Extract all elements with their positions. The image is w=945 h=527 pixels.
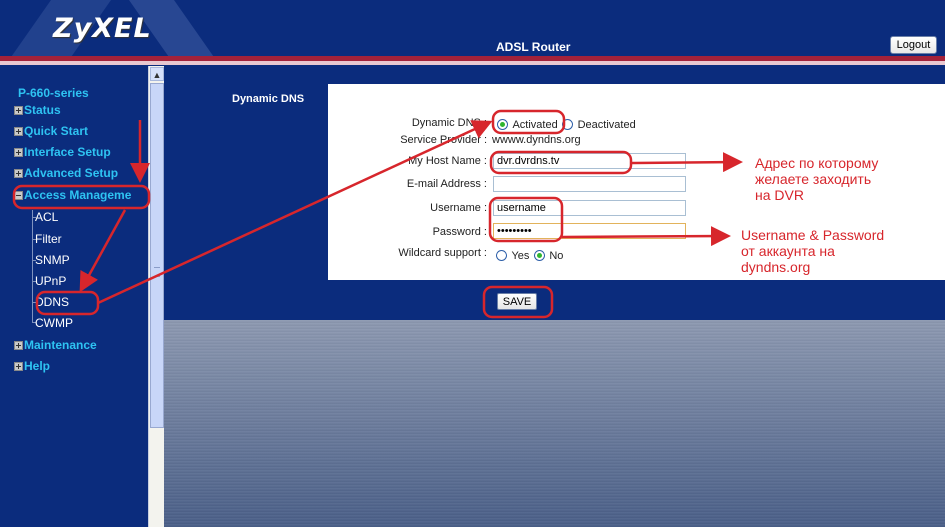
annotation-line: желаете заходить xyxy=(755,171,872,187)
password-label: Password : xyxy=(432,226,487,238)
wildcard-radio-group: Yes No xyxy=(496,247,563,265)
sidebar-subitem-cwmp[interactable]: CWMP xyxy=(35,316,73,330)
expand-icon xyxy=(14,105,23,115)
wildcard-no-radio[interactable] xyxy=(533,250,545,262)
activated-radio[interactable] xyxy=(497,119,508,131)
collapse-icon xyxy=(14,190,23,200)
dynamic-dns-radio-group: Activated Deactivated xyxy=(497,116,636,134)
deactivated-label: Deactivated xyxy=(577,118,636,131)
sidebar-item-status[interactable]: Status xyxy=(14,103,61,117)
tree-line xyxy=(32,210,33,322)
email-label: E-mail Address : xyxy=(406,178,487,190)
annotation-line: dyndns.org xyxy=(741,259,811,275)
sidebar-item-label: Status xyxy=(24,103,61,117)
footer-background xyxy=(164,320,945,527)
wildcard-no-label: No xyxy=(549,249,564,262)
annotation-line: от аккаунта на xyxy=(741,243,835,259)
scrollbar-thumb[interactable] xyxy=(150,83,164,428)
annotation-line: на DVR xyxy=(755,187,804,203)
save-button[interactable]: SAVE xyxy=(497,293,537,310)
sidebar-item-label: Maintenance xyxy=(24,338,97,352)
wildcard-yes-label: Yes xyxy=(511,249,530,262)
expand-icon xyxy=(14,340,23,350)
logout-button[interactable]: Logout xyxy=(890,36,937,54)
section-label: Dynamic DNS xyxy=(232,93,305,105)
header-divider xyxy=(0,61,945,65)
service-provider-value: wwww.dyndns.org xyxy=(492,134,581,146)
sidebar-item-label: Access Manageme xyxy=(24,188,132,202)
sidebar-subitem-upnp[interactable]: UPnP xyxy=(35,274,66,288)
username-label: Username : xyxy=(430,202,487,214)
sidebar-item-label: Quick Start xyxy=(24,124,89,138)
sidebar-subitem-acl[interactable]: ACL xyxy=(35,210,58,224)
sidebar-root[interactable]: P-660-series xyxy=(18,86,89,100)
dynamic-dns-label: Dynamic DNS : xyxy=(411,117,487,129)
deactivated-radio[interactable] xyxy=(562,119,574,131)
activated-label: Activated xyxy=(512,118,558,131)
email-input[interactable] xyxy=(493,176,686,192)
sidebar-item-label: Interface Setup xyxy=(24,145,111,159)
sidebar-item-access-management[interactable]: Access Manageme xyxy=(14,188,131,202)
zyxel-logo: ZyXEL xyxy=(53,13,152,44)
service-provider-label: Service Provider : xyxy=(400,134,487,146)
sidebar-subitem-ddns[interactable]: DDNS xyxy=(35,295,69,309)
sidebar-subitem-filter[interactable]: Filter xyxy=(35,232,62,246)
credentials-annotation: Username & Password от аккаунта на dyndn… xyxy=(741,227,884,275)
host-annotation: Адрес по которому желаете заходить на DV… xyxy=(755,155,878,203)
sidebar-item-advanced-setup[interactable]: Advanced Setup xyxy=(14,166,118,180)
wildcard-yes-radio[interactable] xyxy=(496,250,507,262)
expand-icon xyxy=(14,361,23,371)
password-input[interactable] xyxy=(493,223,686,239)
header: ZyXEL ADSL Router Logout xyxy=(0,0,945,58)
scroll-up-arrow-icon[interactable]: ▲ xyxy=(150,67,164,81)
expand-icon xyxy=(14,147,23,157)
username-input[interactable] xyxy=(493,200,686,216)
grip-icon xyxy=(154,267,160,277)
sidebar-scrollbar[interactable]: ▲ xyxy=(148,66,165,527)
sidebar-subitem-snmp[interactable]: SNMP xyxy=(35,253,70,267)
expand-icon xyxy=(14,126,23,136)
wildcard-label: Wildcard support : xyxy=(398,247,487,259)
host-name-input[interactable] xyxy=(493,153,686,169)
sidebar-item-maintenance[interactable]: Maintenance xyxy=(14,338,97,352)
annotation-line: Адрес по которому xyxy=(755,155,879,171)
sidebar-item-help[interactable]: Help xyxy=(14,359,50,373)
host-name-label: My Host Name : xyxy=(408,155,487,167)
annotation-line: Username & Password xyxy=(741,227,885,243)
sidebar-item-quick-start[interactable]: Quick Start xyxy=(14,124,88,138)
sidebar-item-interface-setup[interactable]: Interface Setup xyxy=(14,145,111,159)
expand-icon xyxy=(14,168,23,178)
page-title: ADSL Router xyxy=(496,40,571,54)
sidebar-item-label: Help xyxy=(24,359,51,373)
sidebar-item-label: Advanced Setup xyxy=(24,166,119,180)
